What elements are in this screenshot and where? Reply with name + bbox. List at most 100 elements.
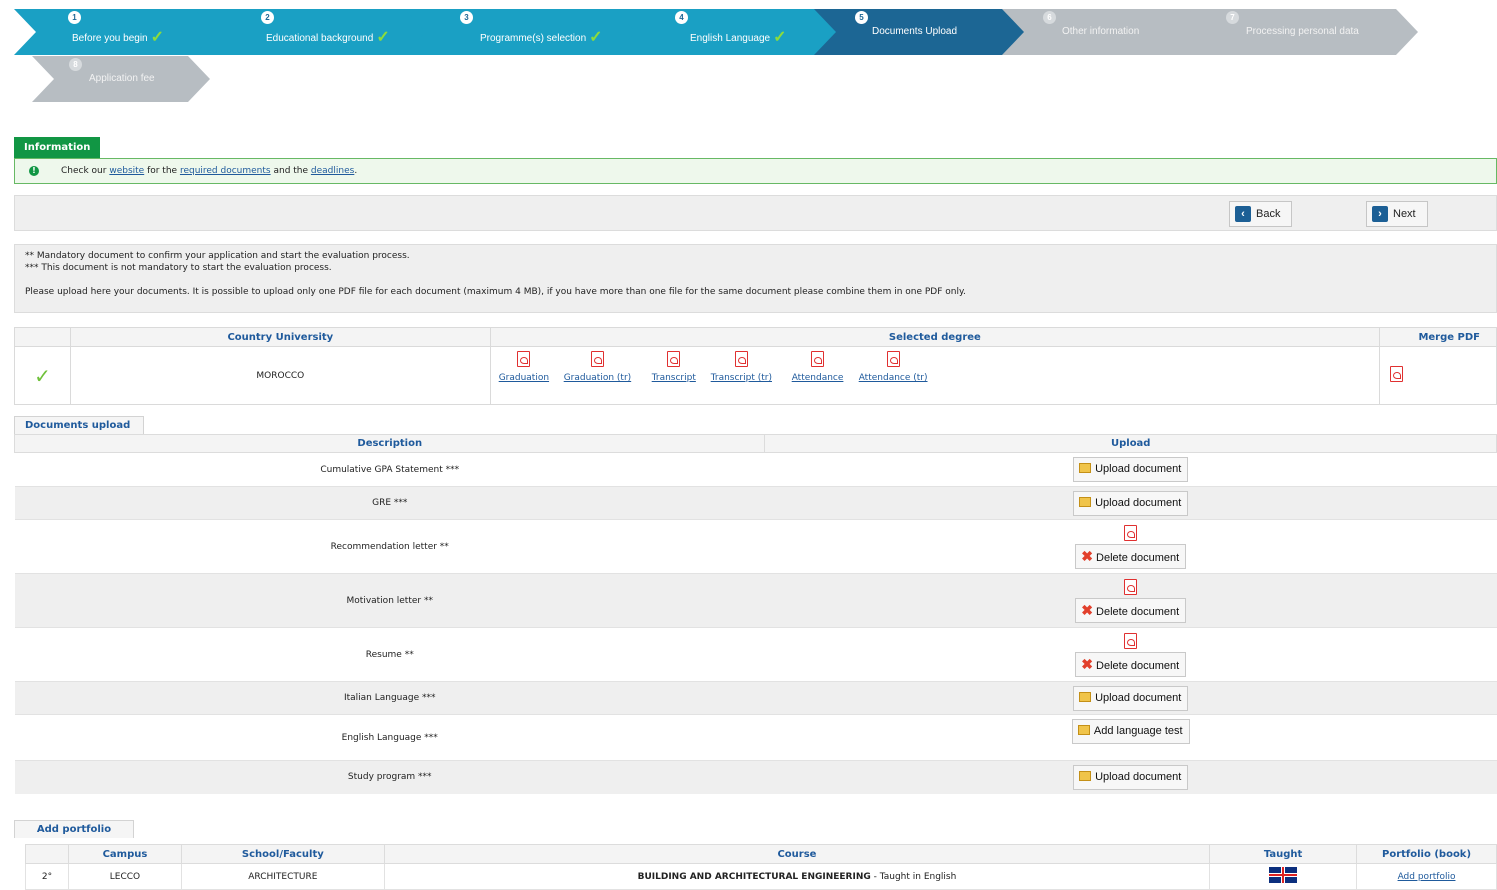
check-icon: ✓ bbox=[376, 29, 390, 46]
delete-icon: ✖ bbox=[1081, 655, 1094, 672]
note-upload-instructions: Please upload here your documents. It is… bbox=[25, 287, 966, 297]
doc-attendance-tr[interactable]: Attendance (tr) bbox=[859, 351, 928, 383]
info-text: for the bbox=[144, 166, 180, 176]
button-label: Upload document bbox=[1095, 496, 1182, 509]
pdf-icon[interactable] bbox=[1124, 578, 1138, 595]
step-processing-personal-data[interactable]: 7 Processing personal data bbox=[1188, 9, 1418, 55]
uk-flag-icon bbox=[1269, 867, 1298, 883]
upload-icon bbox=[1079, 691, 1092, 702]
col-taught: Taught bbox=[1209, 844, 1358, 864]
button-label: Add language test bbox=[1093, 725, 1183, 737]
step-application-fee[interactable]: 8 Application fee bbox=[32, 56, 210, 102]
upload-document-button[interactable]: Upload document bbox=[1073, 685, 1189, 711]
back-button[interactable]: ‹ Back bbox=[1229, 201, 1292, 227]
add-language-test-button[interactable]: Add language test bbox=[1071, 719, 1190, 744]
next-button[interactable]: › Next bbox=[1366, 201, 1428, 227]
merge-pdf-icon[interactable] bbox=[1390, 366, 1404, 382]
doc-graduation[interactable]: Graduation bbox=[499, 351, 549, 383]
deadlines-link[interactable]: deadlines bbox=[311, 166, 354, 176]
col-campus: Campus bbox=[67, 844, 182, 864]
documents-upload-table: Description Upload Cumulative GPA Statem… bbox=[13, 434, 1497, 794]
upload-notes: ** Mandatory document to confirm your ap… bbox=[14, 244, 1497, 313]
step-label: English Language bbox=[690, 33, 771, 44]
step-programme-selection[interactable]: 3 Programme(s) selection ✓ bbox=[404, 9, 646, 55]
step-label: Before you begin bbox=[72, 33, 148, 44]
table-row: GRE *** Upload document bbox=[14, 486, 1497, 520]
col-country-university: Country University bbox=[69, 327, 491, 347]
col-description: Description bbox=[13, 434, 766, 453]
wizard-steps: 1 Before you begin ✓ 2 Educational backgr… bbox=[14, 0, 1497, 105]
step-number: 4 bbox=[675, 11, 688, 24]
degree-documents: Graduation Graduation (tr) Transcript Tr… bbox=[491, 347, 1379, 404]
upload-document-button[interactable]: Upload document bbox=[1073, 457, 1189, 482]
step-before-you-begin[interactable]: 1 Before you begin ✓ bbox=[14, 9, 226, 55]
school-cell: ARCHITECTURE bbox=[180, 863, 385, 890]
col-selected-degree: Selected degree bbox=[489, 327, 1381, 347]
doc-transcript[interactable]: Transcript bbox=[652, 351, 696, 383]
pdf-icon bbox=[811, 351, 825, 367]
delete-document-button[interactable]: ✖ Delete document bbox=[1075, 543, 1187, 569]
note-mandatory: ** Mandatory document to confirm your ap… bbox=[25, 251, 410, 261]
course-language: - Taught in English bbox=[870, 871, 957, 882]
info-icon: ! bbox=[29, 166, 39, 176]
button-label: Delete document bbox=[1096, 551, 1180, 564]
doc-description: GRE *** bbox=[14, 486, 765, 520]
chevron-right-icon: › bbox=[1372, 206, 1388, 222]
col-upload: Upload bbox=[764, 434, 1497, 453]
doc-description: Cumulative GPA Statement *** bbox=[14, 452, 765, 487]
step-educational-background[interactable]: 2 Educational background ✓ bbox=[194, 9, 436, 55]
col-course: Course bbox=[383, 844, 1211, 864]
table-row: Motivation letter ** ✖ Delete document bbox=[14, 573, 1497, 628]
step-number: 8 bbox=[69, 58, 82, 71]
website-link[interactable]: website bbox=[109, 166, 144, 176]
row-index: 2° bbox=[25, 863, 69, 890]
table-row: ✓ MOROCCO Graduation Graduation (tr) Tra… bbox=[14, 346, 1497, 405]
doc-link[interactable]: Transcript (tr) bbox=[711, 373, 772, 383]
doc-link[interactable]: Attendance (tr) bbox=[859, 373, 928, 383]
pdf-icon[interactable] bbox=[1124, 632, 1138, 649]
required-documents-link[interactable]: required documents bbox=[180, 166, 271, 176]
doc-description: Recommendation letter ** bbox=[14, 519, 765, 574]
doc-link[interactable]: Graduation (tr) bbox=[564, 373, 631, 383]
step-number: 2 bbox=[261, 11, 274, 24]
pdf-icon bbox=[886, 351, 900, 367]
step-number: 7 bbox=[1226, 11, 1239, 24]
step-number: 5 bbox=[855, 11, 868, 24]
upload-icon bbox=[1079, 496, 1092, 507]
step-label: Processing personal data bbox=[1246, 26, 1359, 37]
course-cell: BUILDING AND ARCHITECTURAL ENGINEERING -… bbox=[383, 863, 1211, 890]
doc-attendance[interactable]: Attendance bbox=[792, 351, 844, 383]
add-portfolio-link[interactable]: Add portfolio bbox=[1398, 872, 1456, 882]
step-label: Educational background bbox=[266, 33, 374, 44]
portfolio-table: Campus School/Faculty Course Taught Port… bbox=[25, 844, 1497, 890]
step-documents-upload[interactable]: 5 Documents Upload bbox=[814, 9, 1026, 55]
info-text: and the bbox=[270, 166, 311, 176]
upload-document-button[interactable]: Upload document bbox=[1073, 764, 1189, 790]
pdf-icon[interactable] bbox=[1124, 524, 1138, 541]
note-optional: *** This document is not mandatory to st… bbox=[25, 263, 332, 273]
col-portfolio: Portfolio (book) bbox=[1356, 844, 1497, 864]
step-other-information[interactable]: 6 Other information bbox=[1002, 9, 1212, 55]
navigation-bar: ‹ Back › Next bbox=[14, 195, 1497, 231]
chevron-left-icon: ‹ bbox=[1235, 206, 1251, 222]
degree-table: Country University Selected degree Merge… bbox=[14, 327, 1497, 405]
doc-link[interactable]: Attendance bbox=[792, 373, 844, 383]
doc-link[interactable]: Graduation bbox=[499, 373, 549, 383]
doc-transcript-tr[interactable]: Transcript (tr) bbox=[711, 351, 772, 383]
campus-cell: LECCO bbox=[67, 863, 182, 890]
check-icon: ✓ bbox=[589, 29, 603, 46]
table-row: Resume ** ✖ Delete document bbox=[14, 627, 1497, 682]
upload-document-button[interactable]: Upload document bbox=[1073, 490, 1189, 516]
check-icon: ✓ bbox=[773, 29, 787, 46]
step-number: 3 bbox=[460, 11, 473, 24]
delete-document-button[interactable]: ✖ Delete document bbox=[1075, 597, 1187, 623]
info-text: . bbox=[354, 166, 358, 176]
delete-document-button[interactable]: ✖ Delete document bbox=[1075, 651, 1187, 677]
step-number: 6 bbox=[1043, 11, 1056, 24]
doc-link[interactable]: Transcript bbox=[652, 373, 696, 383]
doc-description: Resume ** bbox=[14, 627, 765, 682]
doc-description: English Language *** bbox=[14, 714, 765, 761]
delete-icon: ✖ bbox=[1081, 547, 1094, 564]
step-english-language[interactable]: 4 English Language ✓ bbox=[614, 9, 844, 55]
doc-graduation-tr[interactable]: Graduation (tr) bbox=[564, 351, 631, 383]
